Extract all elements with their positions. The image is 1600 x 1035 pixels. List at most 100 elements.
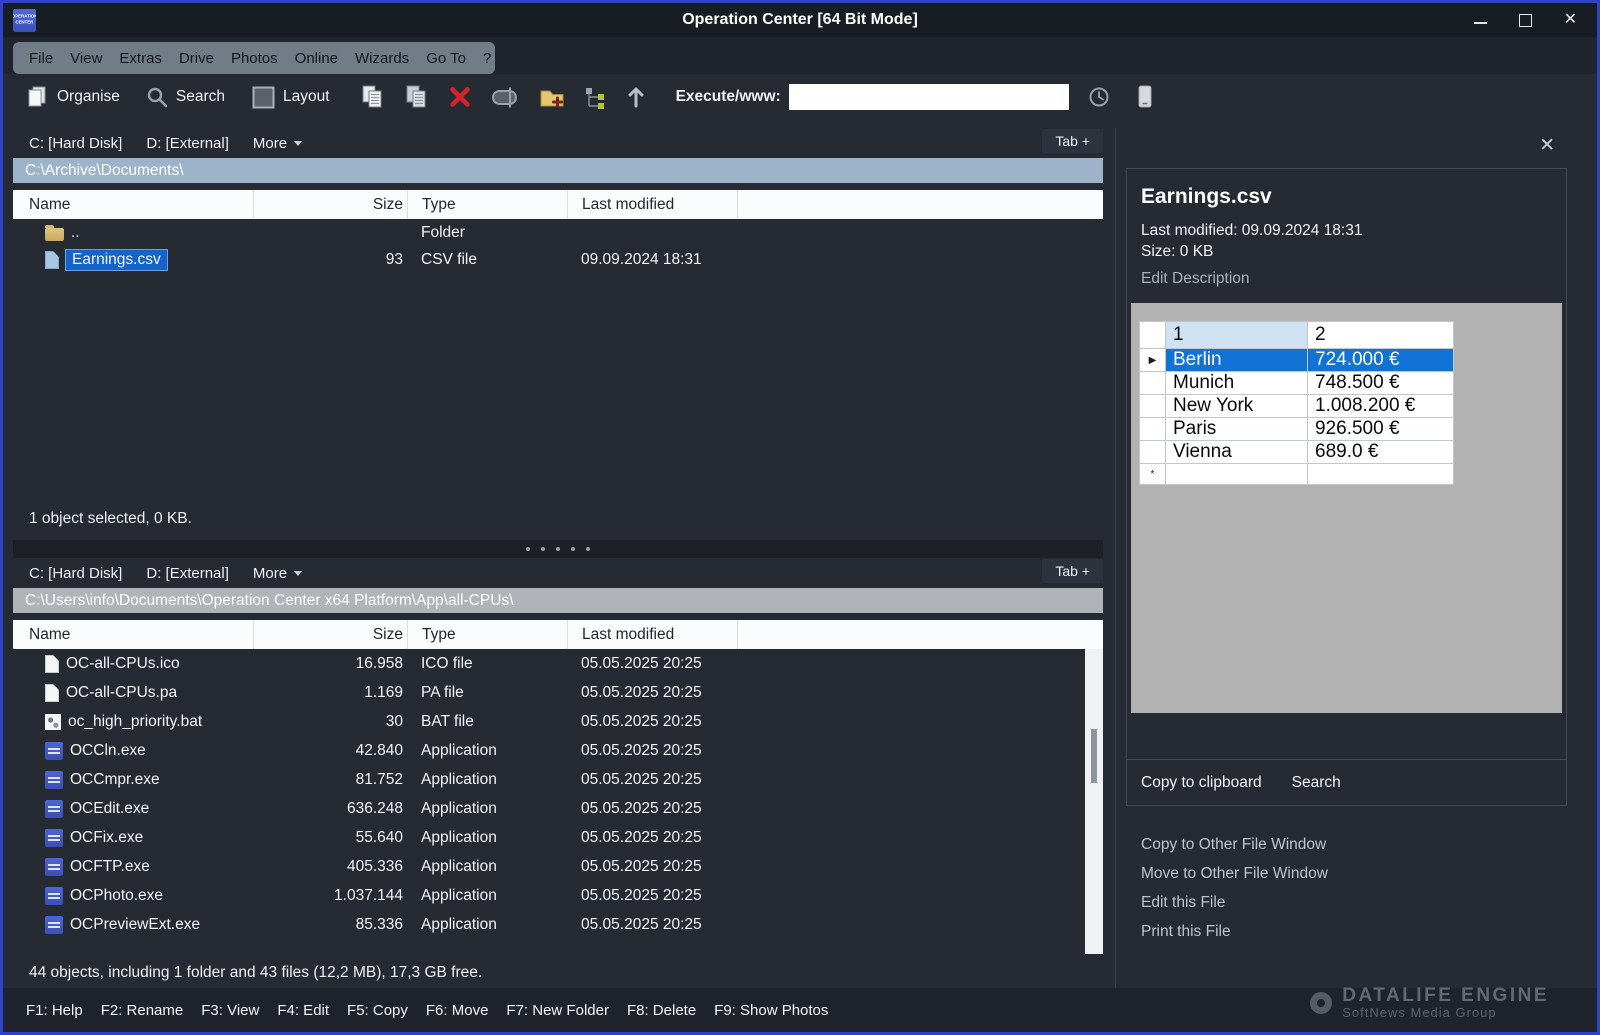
grid-cell[interactable]: 748.500 € bbox=[1308, 372, 1454, 395]
fkey-f7[interactable]: F7: New Folder bbox=[506, 1002, 609, 1019]
drive-tab-c[interactable]: C: [Hard Disk] bbox=[29, 565, 122, 582]
copy-icon[interactable] bbox=[360, 84, 386, 110]
action-print-this-file[interactable]: Print this File bbox=[1141, 923, 1328, 941]
file-row[interactable]: OC-all-CPUs.ico16.958ICO file05.05.2025 … bbox=[13, 649, 1103, 678]
column-header-name[interactable]: Name bbox=[13, 620, 253, 649]
delete-icon[interactable] bbox=[448, 85, 472, 109]
new-tab-button[interactable]: Tab + bbox=[1042, 559, 1103, 583]
grid-cell[interactable]: Munich bbox=[1166, 372, 1308, 395]
mobile-phone-icon[interactable] bbox=[1133, 84, 1155, 110]
pane-splitter[interactable] bbox=[13, 540, 1103, 558]
new-tab-button[interactable]: Tab + bbox=[1042, 129, 1103, 153]
grid-cell[interactable]: Vienna bbox=[1166, 441, 1308, 464]
grid-row[interactable]: ▶Berlin724.000 € bbox=[1140, 349, 1454, 372]
drive-tab-d[interactable]: D: [External] bbox=[146, 565, 229, 582]
minimize-button[interactable] bbox=[1474, 16, 1487, 24]
column-header-modified[interactable]: Last modified bbox=[567, 620, 737, 649]
grid-cell[interactable]: 1.008.200 € bbox=[1308, 395, 1454, 418]
drive-tab-c[interactable]: C: [Hard Disk] bbox=[29, 135, 122, 152]
new-folder-icon[interactable] bbox=[538, 85, 566, 110]
fkey-f9[interactable]: F9: Show Photos bbox=[714, 1002, 828, 1019]
file-row[interactable]: Earnings.csv93CSV file09.09.2024 18:31 bbox=[13, 246, 1103, 273]
menu-item-view[interactable]: View bbox=[70, 50, 102, 67]
grid-row[interactable]: New York1.008.200 € bbox=[1140, 395, 1454, 418]
column-header-modified[interactable]: Last modified bbox=[567, 190, 737, 219]
rename-icon[interactable] bbox=[490, 84, 520, 110]
grid-row-marker bbox=[1140, 372, 1166, 395]
vertical-scrollbar[interactable] bbox=[1085, 649, 1103, 954]
path-bar-bottom[interactable]: C:\Users\info\Documents\Operation Center… bbox=[13, 588, 1103, 613]
panel-close-icon[interactable]: ✕ bbox=[1539, 136, 1555, 155]
grid-row[interactable]: Munich748.500 € bbox=[1140, 372, 1454, 395]
grid-column-header[interactable]: 2 bbox=[1308, 322, 1454, 349]
menu-item-[interactable]: ? bbox=[483, 50, 491, 67]
fkey-f3[interactable]: F3: View bbox=[201, 1002, 259, 1019]
search-button[interactable]: Search bbox=[1292, 774, 1341, 792]
fkey-f1[interactable]: F1: Help bbox=[26, 1002, 83, 1019]
column-header-type[interactable]: Type bbox=[407, 190, 567, 219]
scrollbar-thumb[interactable] bbox=[1091, 729, 1097, 783]
edit-description-link[interactable]: Edit Description bbox=[1141, 270, 1566, 288]
fkey-f2[interactable]: F2: Rename bbox=[101, 1002, 184, 1019]
column-header-size[interactable]: Size bbox=[253, 620, 407, 649]
grid-row[interactable]: Paris926.500 € bbox=[1140, 418, 1454, 441]
menu-item-wizards[interactable]: Wizards bbox=[355, 50, 409, 67]
menu-item-extras[interactable]: Extras bbox=[119, 50, 162, 67]
grid-row[interactable]: Vienna689.0 € bbox=[1140, 441, 1454, 464]
path-bar-top[interactable]: C:\Archive\Documents\ bbox=[13, 158, 1103, 183]
menu-item-go-to[interactable]: Go To bbox=[426, 50, 466, 67]
file-row[interactable]: OCCmpr.exe81.752Application05.05.2025 20… bbox=[13, 765, 1103, 794]
grid-cell[interactable]: Paris bbox=[1166, 418, 1308, 441]
operation-center-app-icon bbox=[45, 829, 63, 847]
drive-tab-d[interactable]: D: [External] bbox=[146, 135, 229, 152]
action-move-to-other-file-window[interactable]: Move to Other File Window bbox=[1141, 865, 1328, 883]
file-row[interactable]: OCPreviewExt.exe85.336Application05.05.2… bbox=[13, 910, 1103, 939]
file-type: BAT file bbox=[407, 713, 567, 731]
file-row[interactable]: OCEdit.exe636.248Application05.05.2025 2… bbox=[13, 794, 1103, 823]
organise-button[interactable]: Organise bbox=[57, 88, 120, 106]
search-icon[interactable] bbox=[146, 86, 169, 109]
column-header-type[interactable]: Type bbox=[407, 620, 567, 649]
close-button[interactable]: ✕ bbox=[1564, 12, 1577, 28]
menu-item-drive[interactable]: Drive bbox=[179, 50, 214, 67]
fkey-f4[interactable]: F4: Edit bbox=[277, 1002, 329, 1019]
action-copy-to-other-file-window[interactable]: Copy to Other File Window bbox=[1141, 836, 1328, 854]
maximize-button[interactable] bbox=[1519, 14, 1532, 27]
up-directory-icon[interactable] bbox=[626, 84, 646, 110]
grid-cell[interactable]: 926.500 € bbox=[1308, 418, 1454, 441]
file-size: 16.958 bbox=[253, 655, 407, 673]
menu-item-file[interactable]: File bbox=[29, 50, 53, 67]
file-row[interactable]: OC-all-CPUs.pa1.169PA file05.05.2025 20:… bbox=[13, 678, 1103, 707]
menu-item-online[interactable]: Online bbox=[295, 50, 338, 67]
organise-icon[interactable] bbox=[25, 85, 50, 110]
file-row[interactable]: OCFTP.exe405.336Application05.05.2025 20… bbox=[13, 852, 1103, 881]
fkey-f6[interactable]: F6: Move bbox=[426, 1002, 489, 1019]
execute-input[interactable] bbox=[789, 84, 1069, 110]
column-header-name[interactable]: Name bbox=[13, 190, 253, 219]
grid-column-header[interactable]: 1 bbox=[1166, 322, 1308, 349]
more-tabs-dropdown[interactable]: More bbox=[253, 565, 302, 582]
layout-button[interactable]: Layout bbox=[283, 88, 330, 106]
grid-cell[interactable]: New York bbox=[1166, 395, 1308, 418]
search-button[interactable]: Search bbox=[176, 88, 225, 106]
fkey-f8[interactable]: F8: Delete bbox=[627, 1002, 696, 1019]
layout-icon[interactable] bbox=[251, 85, 276, 110]
move-icon[interactable] bbox=[404, 84, 430, 110]
file-row[interactable]: ..Folder bbox=[13, 219, 1103, 246]
file-row[interactable]: OCFix.exe55.640Application05.05.2025 20:… bbox=[13, 823, 1103, 852]
grid-cell[interactable]: 689.0 € bbox=[1308, 441, 1454, 464]
grid-cell[interactable]: Berlin bbox=[1166, 349, 1308, 372]
action-edit-this-file[interactable]: Edit this File bbox=[1141, 894, 1328, 912]
copy-to-clipboard-button[interactable]: Copy to clipboard bbox=[1141, 774, 1262, 792]
file-row[interactable]: oc_high_priority.bat30BAT file05.05.2025… bbox=[13, 707, 1103, 736]
history-clock-icon[interactable] bbox=[1087, 85, 1111, 109]
fkey-f5[interactable]: F5: Copy bbox=[347, 1002, 408, 1019]
file-row[interactable]: OCCln.exe42.840Application05.05.2025 20:… bbox=[13, 736, 1103, 765]
file-row[interactable]: OCPhoto.exe1.037.144Application05.05.202… bbox=[13, 881, 1103, 910]
more-tabs-dropdown[interactable]: More bbox=[253, 135, 302, 152]
grid-cell[interactable]: 724.000 € bbox=[1308, 349, 1454, 372]
column-header-size[interactable]: Size bbox=[253, 190, 407, 219]
window-title: Operation Center [64 Bit Mode] bbox=[3, 11, 1597, 29]
folder-tree-icon[interactable] bbox=[584, 85, 608, 110]
menu-item-photos[interactable]: Photos bbox=[231, 50, 278, 67]
